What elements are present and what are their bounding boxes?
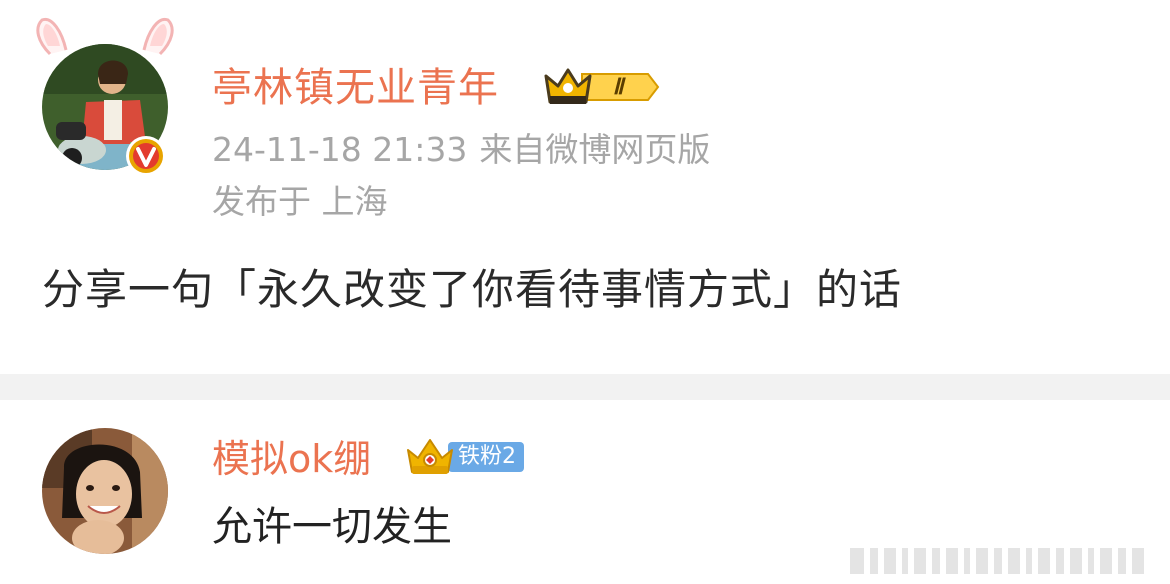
commenter-avatar-image: [42, 428, 168, 554]
comment-item: 模拟ok绷 铁粉2 允许一切发生: [0, 400, 1170, 584]
post-timestamp[interactable]: 24-11-18 21:33: [212, 130, 467, 169]
post-source: 来自微博网页版: [479, 130, 711, 169]
crown-fan-badge-icon: [407, 439, 453, 474]
verified-v-icon: [126, 136, 166, 176]
section-divider: [0, 374, 1170, 400]
post-meta: 24-11-18 21:33 来自微博网页版: [212, 128, 710, 172]
fan-level-label: 铁粉2: [448, 442, 524, 472]
author-name[interactable]: 亭林镇无业青年: [212, 62, 499, 114]
commenter-name[interactable]: 模拟ok绷: [212, 434, 371, 484]
barcode-watermark-icon: [850, 548, 1144, 574]
crown-vip-badge-icon[interactable]: Ⅱ: [544, 64, 660, 110]
post-body-text: 分享一句「永久改变了你看待事情方式」的话: [42, 265, 903, 314]
commenter-avatar[interactable]: [42, 428, 168, 554]
comment-body-text: 允许一切发生: [212, 504, 452, 550]
fan-badge[interactable]: 铁粉2: [404, 436, 524, 478]
weibo-post-card: 亭林镇无业青年 Ⅱ 24-11-18 21:33 来自微博网页版 发布于 上海 分…: [0, 0, 1170, 374]
post-location: 发布于 上海: [212, 182, 388, 221]
